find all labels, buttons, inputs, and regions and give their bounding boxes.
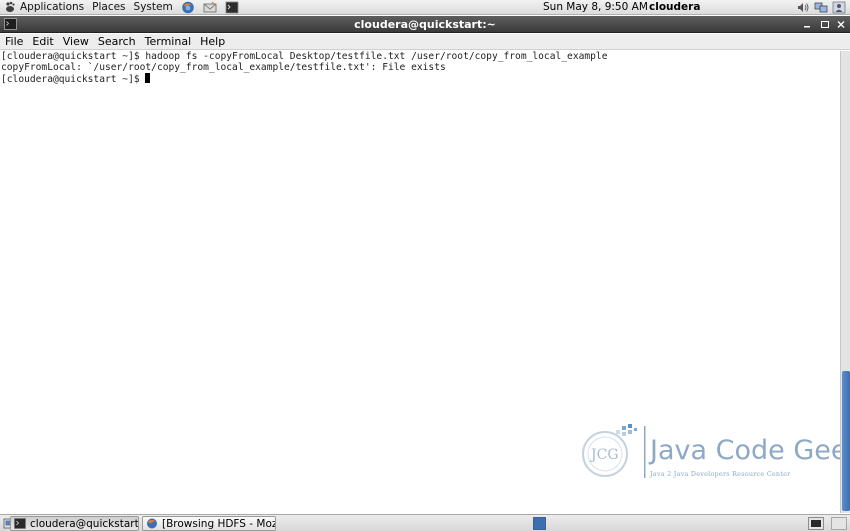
close-button[interactable] <box>834 18 848 31</box>
taskbar-firefox-label: [Browsing HDFS - Mozi... <box>162 517 276 530</box>
maximize-icon <box>821 21 829 28</box>
volume-icon[interactable] <box>796 1 810 14</box>
menu-view[interactable]: View <box>63 35 89 48</box>
terminal-line: copyFromLocal: `/user/root/copy_from_loc… <box>1 62 446 73</box>
bottom-taskbar: cloudera@quickstart:~ [Browsing HDFS - M… <box>0 514 850 531</box>
text-cursor <box>145 73 151 83</box>
close-icon <box>837 21 845 28</box>
network-icon[interactable] <box>814 1 828 14</box>
menu-help[interactable]: Help <box>200 35 225 48</box>
window-titlebar[interactable]: cloudera@quickstart:~ <box>0 16 850 33</box>
system-menu[interactable]: System <box>130 0 177 15</box>
user-name[interactable]: cloudera <box>649 1 700 13</box>
taskbar-terminal[interactable]: cloudera@quickstart:~ <box>10 516 139 531</box>
menu-bar: File Edit View Search Terminal Help <box>0 34 850 50</box>
terminal-task-icon <box>14 518 26 529</box>
watermark-tagline: Java 2 Java Developers Resource Center <box>650 470 791 478</box>
tray-terminal-icon[interactable] <box>808 517 824 530</box>
terminal-prompt: [cloudera@quickstart ~]$ <box>1 74 146 85</box>
firefox-icon[interactable] <box>181 1 195 14</box>
workspace-switcher-icon[interactable] <box>533 517 546 530</box>
gnome-foot-icon <box>6 1 15 12</box>
maximize-button[interactable] <box>818 18 832 31</box>
watermark-divider <box>644 426 646 478</box>
scrollbar-thumb[interactable] <box>842 371 850 511</box>
system-label: System <box>133 1 173 13</box>
terminal-icon[interactable] <box>225 1 239 14</box>
firefox-task-icon <box>147 518 157 529</box>
terminal-output[interactable]: [cloudera@quickstart ~]$ hadoop fs -copy… <box>0 51 850 513</box>
mail-icon[interactable] <box>203 1 217 14</box>
terminal-scrollbar[interactable] <box>840 51 850 513</box>
watermark-title: Java Code Geeks <box>650 435 850 466</box>
places-label: Places <box>92 1 126 13</box>
applications-menu[interactable]: Applications <box>0 0 88 15</box>
trash-icon[interactable] <box>831 517 847 530</box>
clock[interactable]: Sun May 8, 9:50 AM <box>543 1 648 13</box>
terminal-prompt-line[interactable]: [cloudera@quickstart ~]$ <box>0 73 840 85</box>
jcg-logo-icon: JCG <box>582 424 637 477</box>
menu-search[interactable]: Search <box>98 35 136 48</box>
taskbar-firefox[interactable]: [Browsing HDFS - Mozi... <box>142 516 276 531</box>
window-title: cloudera@quickstart:~ <box>354 18 496 31</box>
user-switch-icon[interactable] <box>832 1 846 14</box>
terminal-line: [cloudera@quickstart ~]$ hadoop fs -copy… <box>1 51 608 62</box>
applications-label: Applications <box>20 1 85 13</box>
top-panel: Applications Places System Sun May 8, 9:… <box>0 0 850 15</box>
menu-edit[interactable]: Edit <box>32 35 53 48</box>
svg-text:JCG: JCG <box>589 447 619 463</box>
menu-file[interactable]: File <box>5 35 23 48</box>
minimize-button[interactable] <box>800 18 814 31</box>
watermark: JCG Java Code Geeks Java 2 Java Develope… <box>578 420 850 484</box>
minimize-icon <box>804 26 810 28</box>
menu-terminal[interactable]: Terminal <box>145 35 192 48</box>
places-menu[interactable]: Places <box>88 0 129 15</box>
taskbar-terminal-label: cloudera@quickstart:~ <box>30 517 139 530</box>
